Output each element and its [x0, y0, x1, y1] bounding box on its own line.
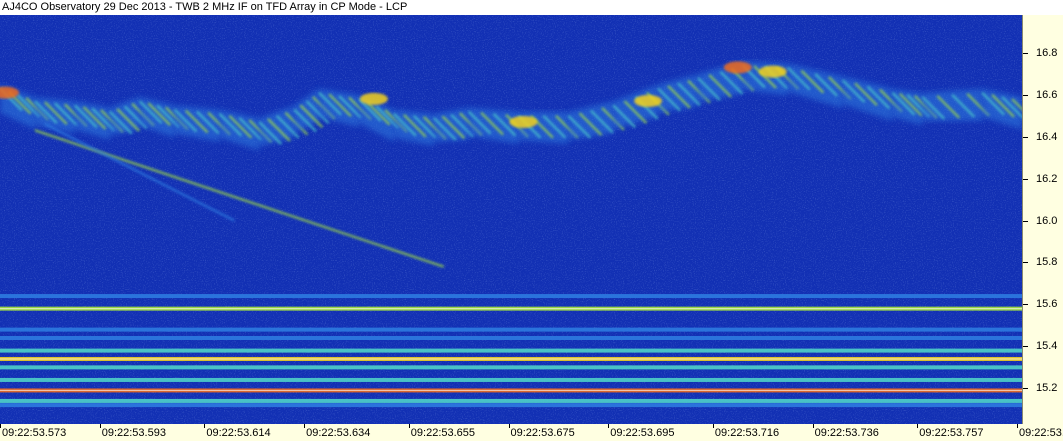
noise-texture — [0, 15, 1022, 424]
interference-band — [0, 336, 1022, 341]
x-tick-label: 09:22:53.614 — [206, 427, 271, 439]
x-tick-label: 09:22:53.593 — [101, 427, 166, 439]
x-tick — [99, 424, 101, 428]
burst-hot-spot — [359, 92, 388, 105]
x-tick-label: 09:22:53.777 — [1019, 427, 1063, 439]
interference-band-core — [0, 358, 1022, 360]
y-tick-label: 15.4 — [1036, 340, 1058, 353]
x-tick — [508, 424, 510, 428]
burst-hot-spot — [509, 115, 538, 128]
y-tick-label: 15.6 — [1036, 298, 1058, 311]
x-tick — [712, 424, 714, 428]
burst-hot-spot — [758, 65, 787, 78]
y-tick — [1023, 262, 1028, 264]
interference-band — [0, 403, 1022, 408]
y-tick — [1023, 178, 1028, 180]
x-tick — [0, 424, 1, 428]
x-tick-label: 09:22:53.634 — [306, 427, 371, 439]
y-tick — [1023, 304, 1028, 306]
y-tick — [1023, 346, 1028, 348]
y-tick-label: 16.0 — [1036, 214, 1058, 227]
x-tick — [917, 424, 919, 428]
x-tick-label: 09:22:53.675 — [510, 427, 575, 439]
interference-band — [0, 365, 1022, 370]
y-tick — [1023, 136, 1028, 138]
y-tick-label: 16.8 — [1036, 46, 1058, 59]
y-tick-label: 15.2 — [1036, 382, 1058, 395]
x-tick-label: 09:22:53.655 — [410, 427, 476, 439]
y-tick-label: 16.6 — [1036, 88, 1058, 101]
interference-band — [0, 398, 1022, 403]
y-tick — [1023, 94, 1028, 96]
y-tick-label: 16.2 — [1036, 172, 1058, 185]
y-tick-label: 15.8 — [1036, 256, 1058, 269]
interference-band — [0, 377, 1022, 382]
y-tick — [1023, 388, 1028, 390]
x-tick — [408, 424, 410, 428]
burst-hot-spot — [723, 61, 752, 74]
x-tick — [812, 424, 814, 428]
spectrogram-plot — [0, 15, 1022, 424]
y-tick-label: 16.4 — [1036, 130, 1058, 143]
x-tick — [608, 424, 610, 428]
x-tick — [304, 424, 306, 428]
chart-title: AJ4CO Observatory 29 Dec 2013 - TWB 2 MH… — [2, 1, 408, 13]
x-tick — [204, 424, 206, 428]
interference-band-core — [0, 308, 1022, 310]
interference-band — [0, 348, 1022, 353]
interference-band-core — [0, 389, 1022, 392]
x-tick-label: 09:22:53.573 — [2, 427, 67, 439]
x-tick-label: 09:22:53.695 — [610, 427, 675, 439]
burst-hot-spot — [634, 94, 663, 107]
y-tick — [1023, 220, 1028, 222]
time-axis: 09:22:53.573 09:22:53.593 09:22:53.614 09:2… — [0, 424, 1063, 441]
y-tick — [1023, 52, 1028, 54]
interference-band — [0, 294, 1022, 299]
title-bar: AJ4CO Observatory 29 Dec 2013 - TWB 2 MH… — [0, 0, 1063, 15]
x-tick-label: 09:22:53.716 — [714, 427, 780, 439]
interference-band — [0, 327, 1022, 332]
x-tick-label: 09:22:53.757 — [919, 427, 984, 439]
x-tick-label: 09:22:53.736 — [814, 427, 879, 439]
x-tick — [1017, 424, 1018, 428]
frequency-axis: 15.2 15.4 15.6 15.8 16.0 16.2 16.4 16.6 16.8 — [1022, 15, 1063, 424]
